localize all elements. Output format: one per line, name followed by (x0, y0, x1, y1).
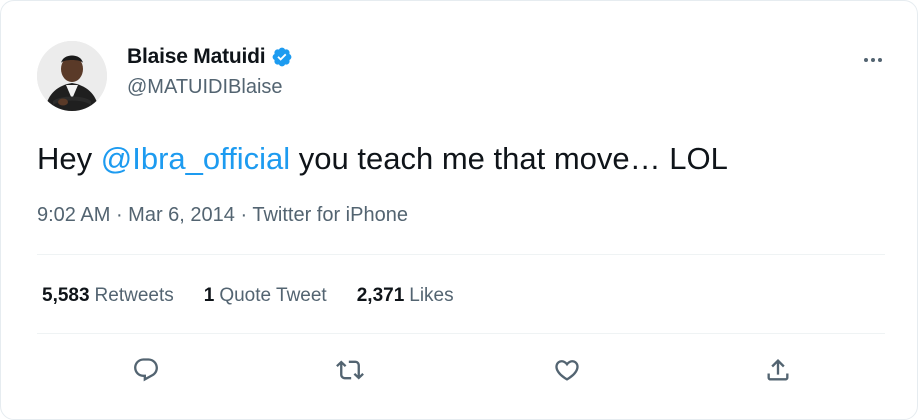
author-name-row[interactable]: Blaise Matuidi (127, 44, 293, 70)
tweet-stats: 5,583 Retweets 1 Quote Tweet 2,371 Likes (42, 285, 484, 307)
divider (37, 254, 885, 255)
like-button[interactable] (548, 351, 586, 389)
mention-link[interactable]: @Ibra_official (101, 141, 290, 176)
avatar-image (37, 41, 107, 111)
tweet-time[interactable]: 9:02 AM (37, 204, 110, 226)
likes-label: Likes (409, 285, 454, 306)
retweet-button[interactable] (331, 351, 369, 389)
avatar[interactable] (37, 41, 107, 111)
quote-tweets-label: Quote Tweet (219, 285, 327, 306)
author-name[interactable]: Blaise Matuidi (127, 45, 266, 69)
retweets-stat[interactable]: 5,583 Retweets (42, 285, 174, 307)
share-icon (767, 359, 789, 381)
tweet-date[interactable]: Mar 6, 2014 (128, 204, 235, 226)
tweet-text: Hey @Ibra_official you teach me that mov… (37, 138, 728, 180)
heart-icon (555, 360, 579, 381)
reply-icon (134, 358, 158, 382)
meta-separator: · (115, 204, 129, 226)
tweet-meta: 9:02 AM · Mar 6, 2014 · Twitter for iPho… (37, 204, 408, 227)
likes-stat[interactable]: 2,371 Likes (357, 285, 454, 307)
tweet-text-after: you teach me that move… LOL (290, 141, 728, 176)
verified-badge-icon (271, 46, 293, 68)
more-options-button[interactable] (856, 43, 890, 77)
tweet-text-before: Hey (37, 141, 101, 176)
retweets-label: Retweets (94, 285, 174, 306)
quote-tweets-count: 1 (203, 285, 215, 306)
divider (37, 333, 885, 334)
quote-tweets-stat[interactable]: 1 Quote Tweet (204, 285, 327, 307)
share-button[interactable] (759, 351, 797, 389)
author-handle[interactable]: @MATUIDIBlaise (127, 76, 283, 99)
retweet-icon (336, 360, 364, 380)
likes-count: 2,371 (356, 285, 405, 306)
meta-separator: · (240, 204, 253, 226)
more-horizontal-icon (864, 58, 882, 62)
reply-button[interactable] (127, 351, 165, 389)
retweets-count: 5,583 (42, 285, 90, 306)
tweet-source[interactable]: Twitter for iPhone (252, 204, 408, 226)
tweet-card: Blaise Matuidi @MATUIDIBlaise Hey @Ibra_… (0, 0, 918, 420)
